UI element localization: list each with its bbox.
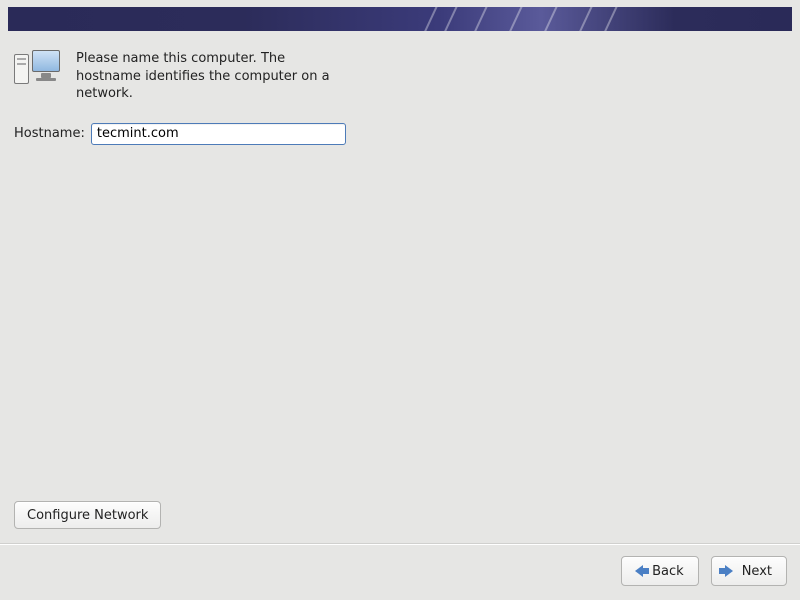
- arrow-right-icon: [720, 565, 738, 577]
- hostname-input[interactable]: [91, 123, 346, 145]
- back-button[interactable]: Back: [621, 556, 699, 586]
- arrow-left-icon: [630, 565, 648, 577]
- configure-network-button[interactable]: Configure Network: [14, 501, 161, 529]
- next-label: Next: [742, 564, 772, 579]
- installer-banner: [8, 7, 792, 31]
- hostname-label: Hostname:: [14, 126, 85, 141]
- computer-network-icon: [14, 48, 64, 90]
- intro-text: Please name this computer. The hostname …: [76, 48, 336, 103]
- next-button[interactable]: Next: [711, 556, 787, 586]
- footer-separator: [0, 543, 800, 544]
- configure-network-label: Configure Network: [27, 508, 148, 523]
- back-label: Back: [652, 564, 684, 579]
